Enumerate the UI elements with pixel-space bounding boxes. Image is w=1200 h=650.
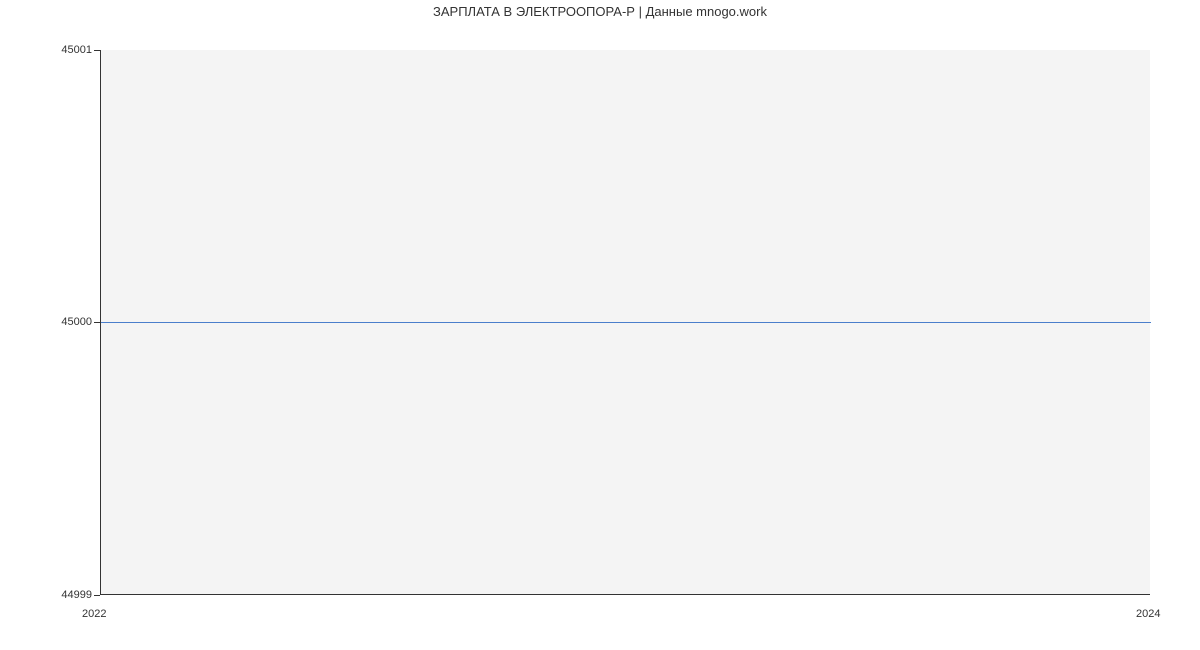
chart-container: ЗАРПЛАТА В ЭЛЕКТРООПОРА-Р | Данные mnogo… bbox=[0, 0, 1200, 650]
ytick-label: 45000 bbox=[52, 316, 92, 328]
ytick-mark bbox=[94, 595, 100, 596]
chart-title: ЗАРПЛАТА В ЭЛЕКТРООПОРА-Р | Данные mnogo… bbox=[0, 4, 1200, 19]
ytick-mark bbox=[94, 322, 100, 323]
data-line bbox=[101, 322, 1151, 323]
xtick-label: 2024 bbox=[1136, 608, 1160, 620]
ytick-label: 45001 bbox=[52, 44, 92, 56]
ytick-mark bbox=[94, 50, 100, 51]
ytick-label: 44999 bbox=[52, 589, 92, 601]
plot-area bbox=[100, 50, 1150, 595]
xtick-label: 2022 bbox=[82, 608, 106, 620]
